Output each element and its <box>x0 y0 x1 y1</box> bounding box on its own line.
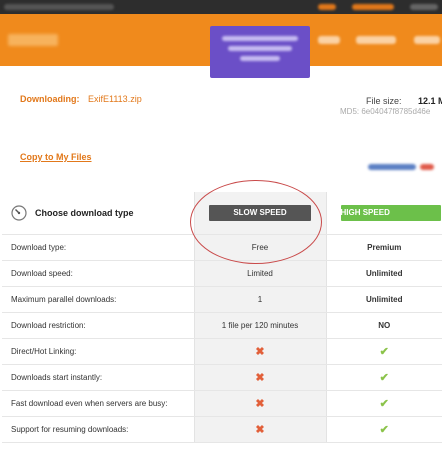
slow-value: ✖ <box>193 416 326 443</box>
promo-banner[interactable] <box>210 26 310 78</box>
top-bar-blurred-link[interactable] <box>318 4 336 10</box>
high-value: ✔ <box>325 364 442 391</box>
download-type-table: Choose download type SLOW SPEED HIGH SPE… <box>2 192 442 443</box>
high-speed-cell: HIGH SPEED <box>325 192 442 235</box>
high-value: Unlimited <box>325 286 442 313</box>
feature-label: Maximum parallel downloads: <box>2 286 194 313</box>
feature-label: Fast download even when servers are busy… <box>2 390 194 417</box>
slow-speed-cell: SLOW SPEED <box>193 192 326 235</box>
top-bar-blurred-text <box>4 4 114 10</box>
top-bar-blurred-link[interactable] <box>352 4 394 10</box>
speedometer-icon <box>11 205 27 221</box>
nav-item[interactable] <box>356 36 396 44</box>
table-row: Maximum parallel downloads: 1 Unlimited <box>2 286 442 313</box>
file-size-value: 12.1 M <box>418 96 442 106</box>
checkmark-icon: ✔ <box>379 397 389 410</box>
checkmark-icon: ✔ <box>379 345 389 358</box>
feature-label: Support for resuming downloads: <box>2 416 194 443</box>
slow-value: ✖ <box>193 390 326 417</box>
choose-cell: Choose download type <box>2 192 194 235</box>
table-row: Support for resuming downloads: ✖ ✔ <box>2 416 442 443</box>
high-value: Premium <box>325 234 442 261</box>
table-row: Download speed: Limited Unlimited <box>2 260 442 287</box>
feature-label: Download restriction: <box>2 312 194 339</box>
high-value: ✔ <box>325 416 442 443</box>
nav-item[interactable] <box>318 36 340 44</box>
checkmark-icon: ✔ <box>379 371 389 384</box>
slow-value: 1 <box>193 286 326 313</box>
cross-icon: ✖ <box>255 371 265 384</box>
top-bar <box>0 0 442 14</box>
file-size-label: File size: <box>366 96 402 106</box>
feature-label: Download speed: <box>2 260 194 287</box>
md5-hash: MD5: 6e04047f8785d46e <box>340 107 431 116</box>
slow-speed-button[interactable]: SLOW SPEED <box>209 204 311 221</box>
download-filename: ExifE1113.zip <box>88 94 142 104</box>
table-row: Download type: Free Premium <box>2 234 442 261</box>
table-row: Download restriction: 1 file per 120 min… <box>2 312 442 339</box>
table-row: Direct/Hot Linking: ✖ ✔ <box>2 338 442 365</box>
share-buttons[interactable] <box>368 164 416 170</box>
slow-value: 1 file per 120 minutes <box>193 312 326 339</box>
high-value: NO <box>325 312 442 339</box>
feature-label: Downloads start instantly: <box>2 364 194 391</box>
top-bar-blurred-link[interactable] <box>410 4 438 10</box>
high-speed-button[interactable]: HIGH SPEED <box>340 204 441 221</box>
nav-item[interactable] <box>414 36 440 44</box>
feature-label: Download type: <box>2 234 194 261</box>
site-logo[interactable] <box>8 34 58 46</box>
table-row: Fast download even when servers are busy… <box>2 390 442 417</box>
high-value: ✔ <box>325 338 442 365</box>
slow-value: ✖ <box>193 364 326 391</box>
slow-value: Limited <box>193 260 326 287</box>
checkmark-icon: ✔ <box>379 423 389 436</box>
slow-value: Free <box>193 234 326 261</box>
slow-value: ✖ <box>193 338 326 365</box>
copy-to-my-files-link[interactable]: Copy to My Files <box>20 152 92 162</box>
cross-icon: ✖ <box>255 345 265 358</box>
high-value: Unlimited <box>325 260 442 287</box>
table-header-row: Choose download type SLOW SPEED HIGH SPE… <box>2 192 442 235</box>
cross-icon: ✖ <box>255 423 265 436</box>
site-header <box>0 14 442 78</box>
feature-label: Direct/Hot Linking: <box>2 338 194 365</box>
downloading-label: Downloading: <box>20 94 80 104</box>
choose-download-type-label: Choose download type <box>35 207 134 218</box>
share-button-red[interactable] <box>420 164 434 170</box>
table-row: Downloads start instantly: ✖ ✔ <box>2 364 442 391</box>
high-value: ✔ <box>325 390 442 417</box>
cross-icon: ✖ <box>255 397 265 410</box>
